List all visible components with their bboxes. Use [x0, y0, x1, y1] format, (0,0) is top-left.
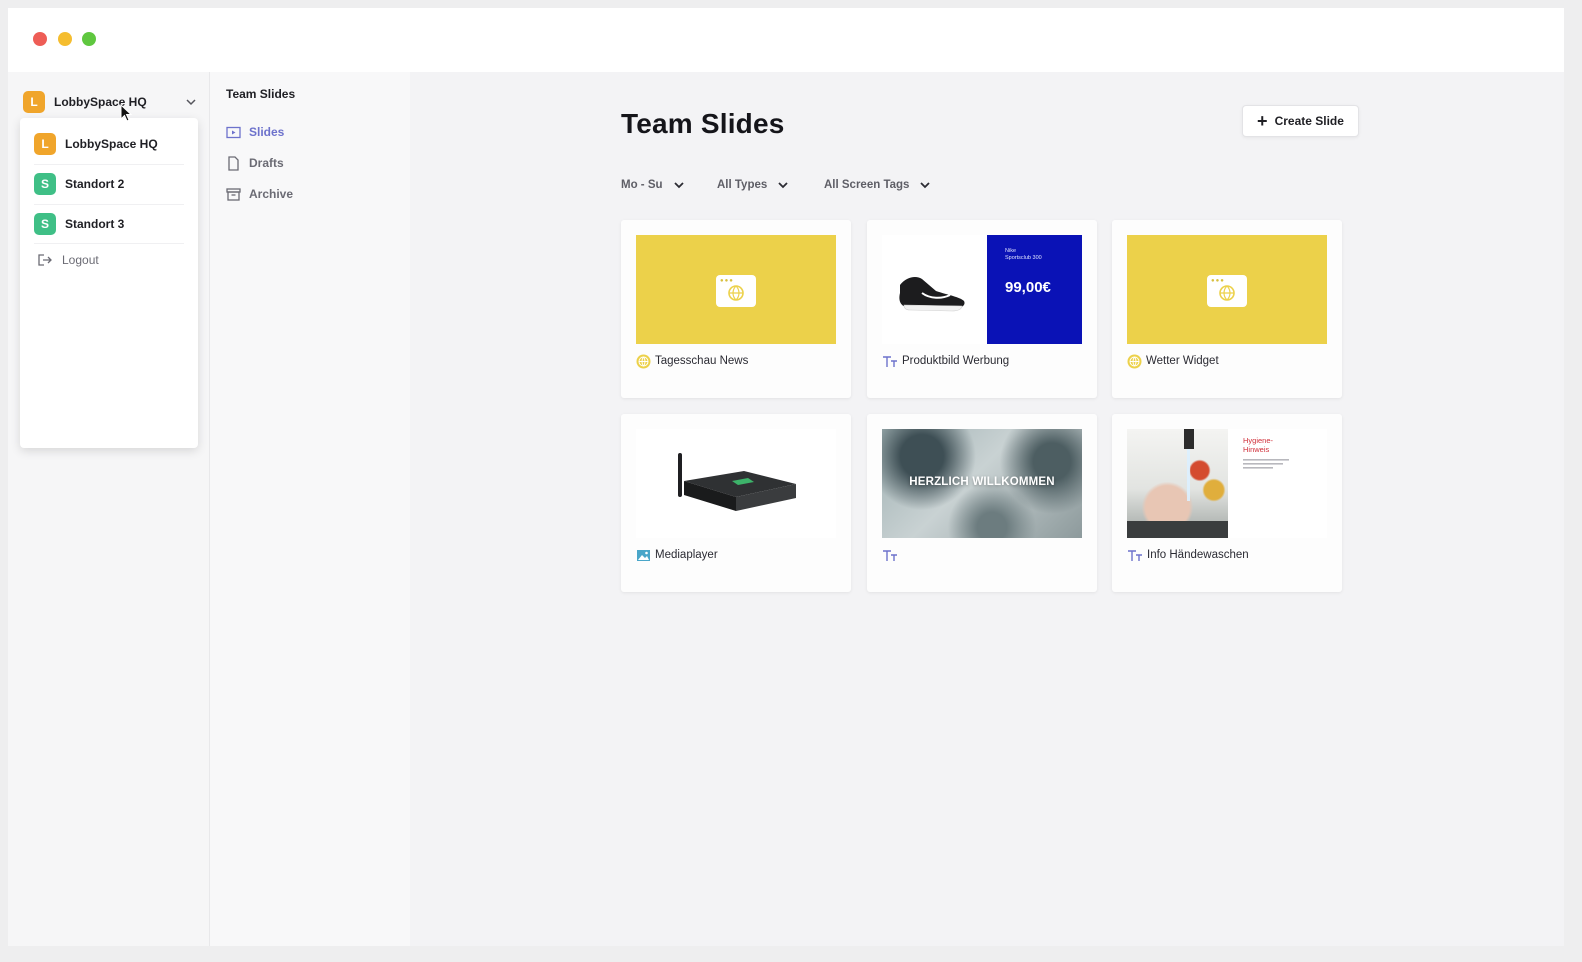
divider	[34, 164, 184, 165]
text-icon	[883, 355, 897, 367]
app-window: L LobbySpace HQ L LobbySpace HQ S Stando…	[8, 8, 1564, 946]
chevron-down-icon	[920, 182, 931, 189]
text-icon	[883, 549, 897, 561]
slide-thumbnail: ●●●	[636, 235, 836, 344]
ad-text: Nike Sportsclub 300	[1005, 248, 1042, 261]
slide-thumbnail: HERZLICH WILLKOMMEN	[882, 429, 1082, 538]
handwashing-image	[1127, 429, 1228, 538]
close-window-button[interactable]	[33, 32, 47, 46]
ad-price: 99,00€	[1005, 279, 1051, 296]
sneaker-image	[899, 277, 965, 312]
nav-title: Team Slides	[226, 87, 296, 101]
filter-label: All Screen Tags	[824, 179, 910, 191]
minimize-window-button[interactable]	[58, 32, 72, 46]
slide-thumbnail: ●●●	[1127, 235, 1327, 344]
ad-panel: Nike Sportsclub 300 99,00€	[987, 235, 1082, 344]
chevron-down-icon	[186, 99, 196, 106]
team-option-label: Standort 2	[65, 177, 125, 191]
team-avatar: S	[34, 213, 56, 235]
filter-screen-tags[interactable]: All Screen Tags	[824, 176, 931, 194]
slide-overlay-text: HERZLICH WILLKOMMEN	[909, 476, 1055, 488]
team-option-label: Standort 3	[65, 217, 125, 231]
title-bar	[8, 8, 1564, 72]
slide-card-tagesschau[interactable]: ●●● Tagesschau News	[621, 220, 851, 398]
document-icon	[228, 155, 239, 171]
plus-icon: +	[1257, 111, 1268, 131]
mouse-cursor-icon	[120, 104, 132, 122]
divider	[34, 243, 184, 244]
nav-item-label: Drafts	[249, 156, 284, 170]
slide-card-label: Tagesschau News	[636, 353, 748, 369]
create-slide-button[interactable]: + Create Slide	[1242, 105, 1359, 137]
web-widget-icon: ●●●	[1207, 275, 1247, 307]
slide-title: Info Händewaschen	[1147, 549, 1249, 561]
nav-item-archive[interactable]: Archive	[226, 184, 293, 204]
team-option-standort-3[interactable]: S Standort 3	[34, 211, 184, 237]
slide-card-wetter[interactable]: ●●● Wetter Widget	[1112, 220, 1342, 398]
team-switcher[interactable]: L LobbySpace HQ	[23, 90, 198, 114]
slide-card-herzlich-willkommen[interactable]: HERZLICH WILLKOMMEN	[867, 414, 1097, 592]
web-icon	[636, 354, 651, 368]
team-avatar: L	[34, 133, 56, 155]
logout-label: Logout	[62, 253, 99, 267]
poster-body	[1243, 459, 1303, 473]
filter-label: All Types	[717, 179, 768, 191]
slide-thumbnail	[636, 429, 836, 538]
logout-button[interactable]: Logout	[34, 247, 184, 273]
chevron-down-icon	[778, 182, 788, 189]
page-title: Team Slides	[621, 108, 785, 139]
nav-item-drafts[interactable]: Drafts	[226, 153, 284, 173]
text-icon	[1128, 549, 1142, 561]
image-icon	[637, 549, 650, 561]
web-icon	[1127, 354, 1142, 368]
team-dropdown-menu: L LobbySpace HQ S Standort 2 S Standort …	[20, 118, 198, 448]
slide-card-label: Wetter Widget	[1127, 353, 1219, 369]
team-sidebar: L LobbySpace HQ L LobbySpace HQ S Stando…	[8, 72, 210, 946]
create-slide-label: Create Slide	[1274, 114, 1344, 128]
slide-title: Tagesschau News	[655, 355, 749, 367]
archive-icon	[226, 187, 241, 201]
filter-days[interactable]: Mo - Su	[621, 176, 685, 194]
team-option-lobbyspace-hq[interactable]: L LobbySpace HQ	[34, 131, 184, 157]
slide-card-label: Info Händewaschen	[1127, 547, 1249, 563]
filter-label: Mo - Su	[621, 179, 663, 191]
nav-item-label: Archive	[249, 187, 294, 201]
nav-item-slides[interactable]: Slides	[226, 122, 284, 142]
team-avatar: L	[23, 91, 45, 113]
slide-thumbnail: Nike Sportsclub 300 99,00€	[882, 235, 1082, 344]
web-widget-icon: ●●●	[716, 275, 756, 307]
filter-types[interactable]: All Types	[717, 176, 789, 194]
maximize-window-button[interactable]	[82, 32, 96, 46]
divider	[34, 204, 184, 205]
slide-card-haendewaschen[interactable]: Hygiene- Hinweis Info Händewaschen	[1112, 414, 1342, 592]
chevron-down-icon	[673, 182, 684, 189]
slides-icon	[226, 126, 241, 138]
logout-icon	[38, 254, 52, 266]
nav-item-label: Slides	[249, 125, 285, 139]
slide-title: Mediaplayer	[655, 549, 718, 561]
team-option-standort-2[interactable]: S Standort 2	[34, 171, 184, 197]
slide-card-produktbild[interactable]: Nike Sportsclub 300 99,00€ Produktbild W…	[867, 220, 1097, 398]
team-avatar: S	[34, 173, 56, 195]
slides-nav-panel: Team Slides Slides Drafts Archive	[210, 72, 410, 946]
slide-card-label	[882, 547, 902, 563]
slide-card-mediaplayer[interactable]: Mediaplayer	[621, 414, 851, 592]
slide-card-label: Produktbild Werbung	[882, 353, 1009, 369]
poster-title: Hygiene- Hinweis	[1243, 436, 1274, 454]
slide-card-label: Mediaplayer	[636, 547, 718, 563]
main-content: Team Slides + Create Slide Mo - Su All T…	[410, 72, 1564, 946]
slide-title: Produktbild Werbung	[902, 355, 1010, 367]
mediaplayer-device-image	[678, 453, 796, 511]
slide-thumbnail: Hygiene- Hinweis	[1127, 429, 1327, 538]
slide-title: Wetter Widget	[1146, 355, 1219, 367]
team-option-label: LobbySpace HQ	[65, 137, 158, 151]
current-team-name: LobbySpace HQ	[54, 95, 147, 109]
